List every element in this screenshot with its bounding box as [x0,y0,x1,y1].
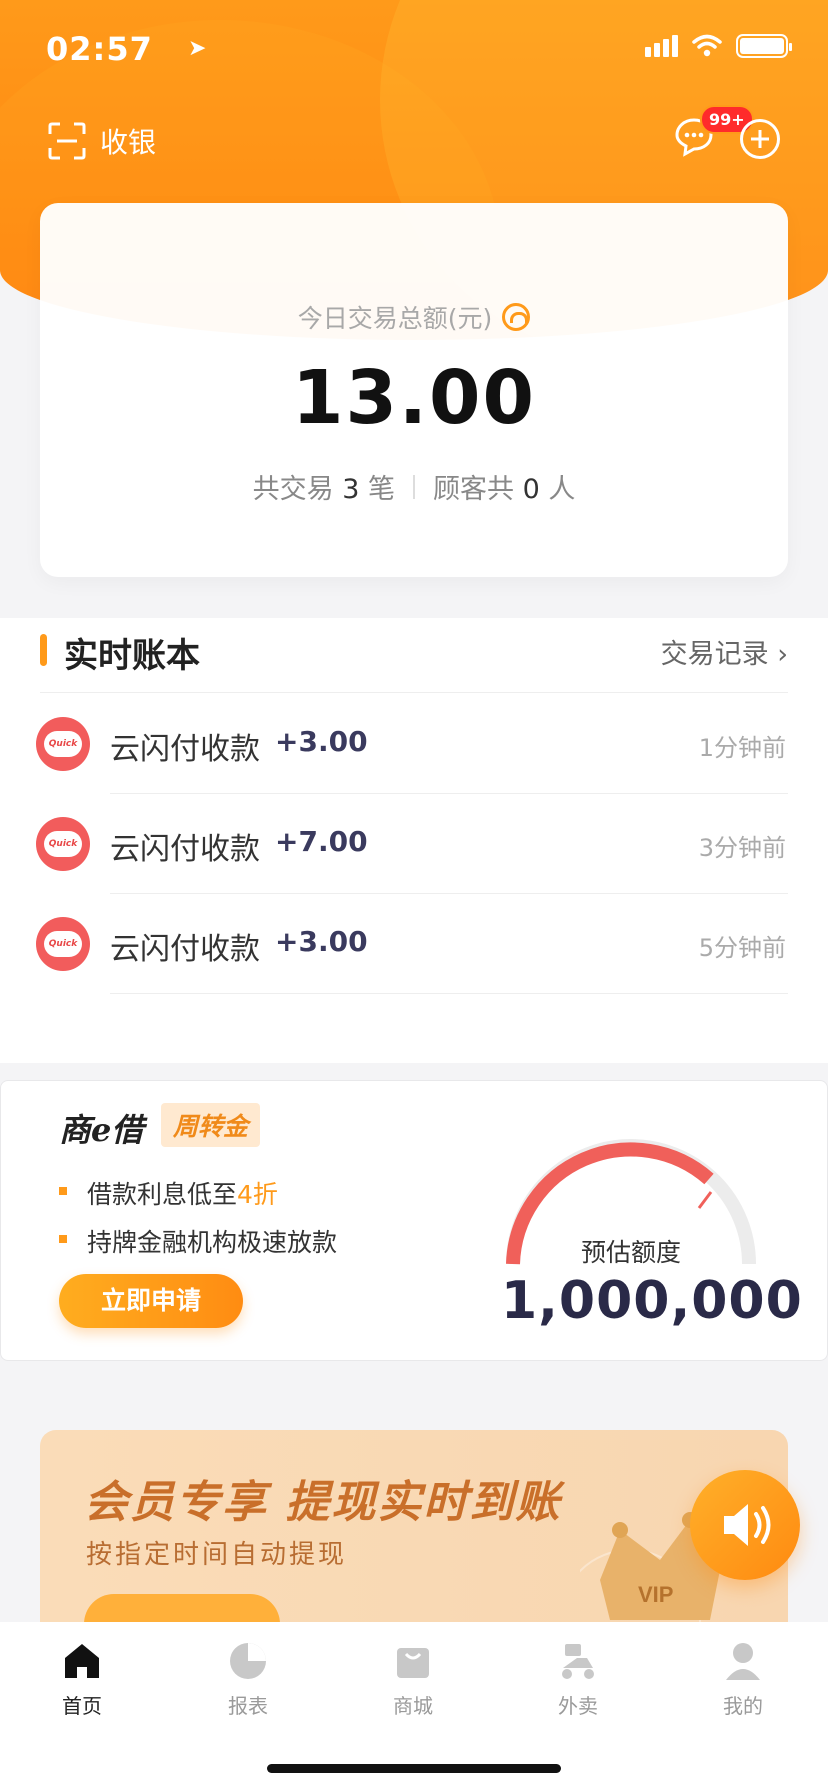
today-summary-card: 今日交易总额(元) 13.00 共交易 3 笔 顾客共 0 人 [40,203,788,577]
promo-headline: 会员专享 提现实时到账 [84,1477,562,1528]
ledger-title: 实时账本 [64,636,200,676]
quickpass-icon: Quick [36,717,90,771]
loan-bullet: 借款利息低至4折 [59,1175,278,1211]
divider [413,474,415,499]
tab-mall[interactable]: 商城 [358,1640,468,1719]
today-total-amount: 13.00 [291,355,537,441]
pie-chart-icon [230,1643,266,1679]
tab-takeaway[interactable]: 外卖 [523,1640,633,1719]
payment-amount: +7.00 [275,825,368,858]
payment-name: 云闪付收款 [110,932,260,967]
member-promo-banner[interactable]: 会员专享 提现实时到账 按指定时间自动提现 VIP [40,1430,788,1630]
list-item[interactable]: Quick 云闪付收款 +3.00 5分钟前 [0,894,828,994]
loan-card[interactable]: 商e借 周转金 借款利息低至4折 持牌金融机构极速放款 立即申请 预估额度 1,… [0,1080,828,1361]
home-indicator [267,1764,561,1773]
tab-reports[interactable]: 报表 [193,1640,303,1719]
trade-count: 共交易 3 笔 [252,474,395,505]
shopping-bag-icon [397,1648,429,1678]
tab-home[interactable]: 首页 [27,1640,137,1719]
quickpass-icon: Quick [36,817,90,871]
battery-icon [736,34,792,58]
scooter-icon [562,1644,594,1679]
eye-toggle-icon[interactable] [502,303,531,331]
payment-amount: +3.00 [275,925,368,958]
payment-name: 云闪付收款 [110,732,260,767]
signal-icon [645,35,678,57]
payment-time: 1分钟前 [698,734,786,762]
scan-icon [48,122,86,160]
add-icon[interactable] [740,119,780,159]
tab-profile[interactable]: 我的 [688,1640,798,1719]
section-accent-bar [40,634,47,666]
speaker-icon [724,1504,771,1546]
payment-amount: +3.00 [275,725,368,758]
promo-subline: 按指定时间自动提现 [86,1540,348,1570]
customer-count: 顾客共 0 人 [433,474,576,505]
today-total-label: 今日交易总额(元) [297,304,493,333]
loan-tag: 周转金 [161,1103,261,1147]
location-arrow-icon: ➤ [188,36,207,61]
cashier-scan-button[interactable]: 收银 [48,121,156,161]
realtime-ledger: 实时账本 交易记录 › Quick 云闪付收款 +3.00 1分钟前 Quick… [0,618,828,1063]
loan-brand-logo: 商e借 [59,1111,144,1149]
broadcast-speaker-button[interactable] [690,1470,800,1580]
loan-bullet: 持牌金融机构极速放款 [59,1223,337,1259]
wifi-icon [692,34,722,57]
payment-time: 5分钟前 [698,934,786,962]
home-icon [65,1644,99,1678]
transaction-records-link[interactable]: 交易记录 › [661,632,788,671]
list-item[interactable]: Quick 云闪付收款 +3.00 1分钟前 [0,694,828,794]
user-icon [726,1643,760,1680]
estimate-value: 1,000,000 [501,1271,803,1331]
estimate-label: 预估额度 [581,1238,682,1267]
list-item[interactable]: Quick 云闪付收款 +7.00 3分钟前 [0,794,828,894]
status-bar: 02:57 ➤ [46,30,792,70]
status-time: 02:57 [46,30,153,68]
apply-now-button[interactable]: 立即申请 [59,1274,243,1328]
messages-button[interactable]: 99+ [672,105,754,159]
top-bar: 收银 99+ [48,105,780,167]
quickpass-icon: Quick [36,917,90,971]
cashier-label: 收银 [100,126,157,159]
svg-text:VIP: VIP [638,1582,673,1607]
payment-time: 3分钟前 [698,834,786,862]
payment-name: 云闪付收款 [110,832,260,867]
